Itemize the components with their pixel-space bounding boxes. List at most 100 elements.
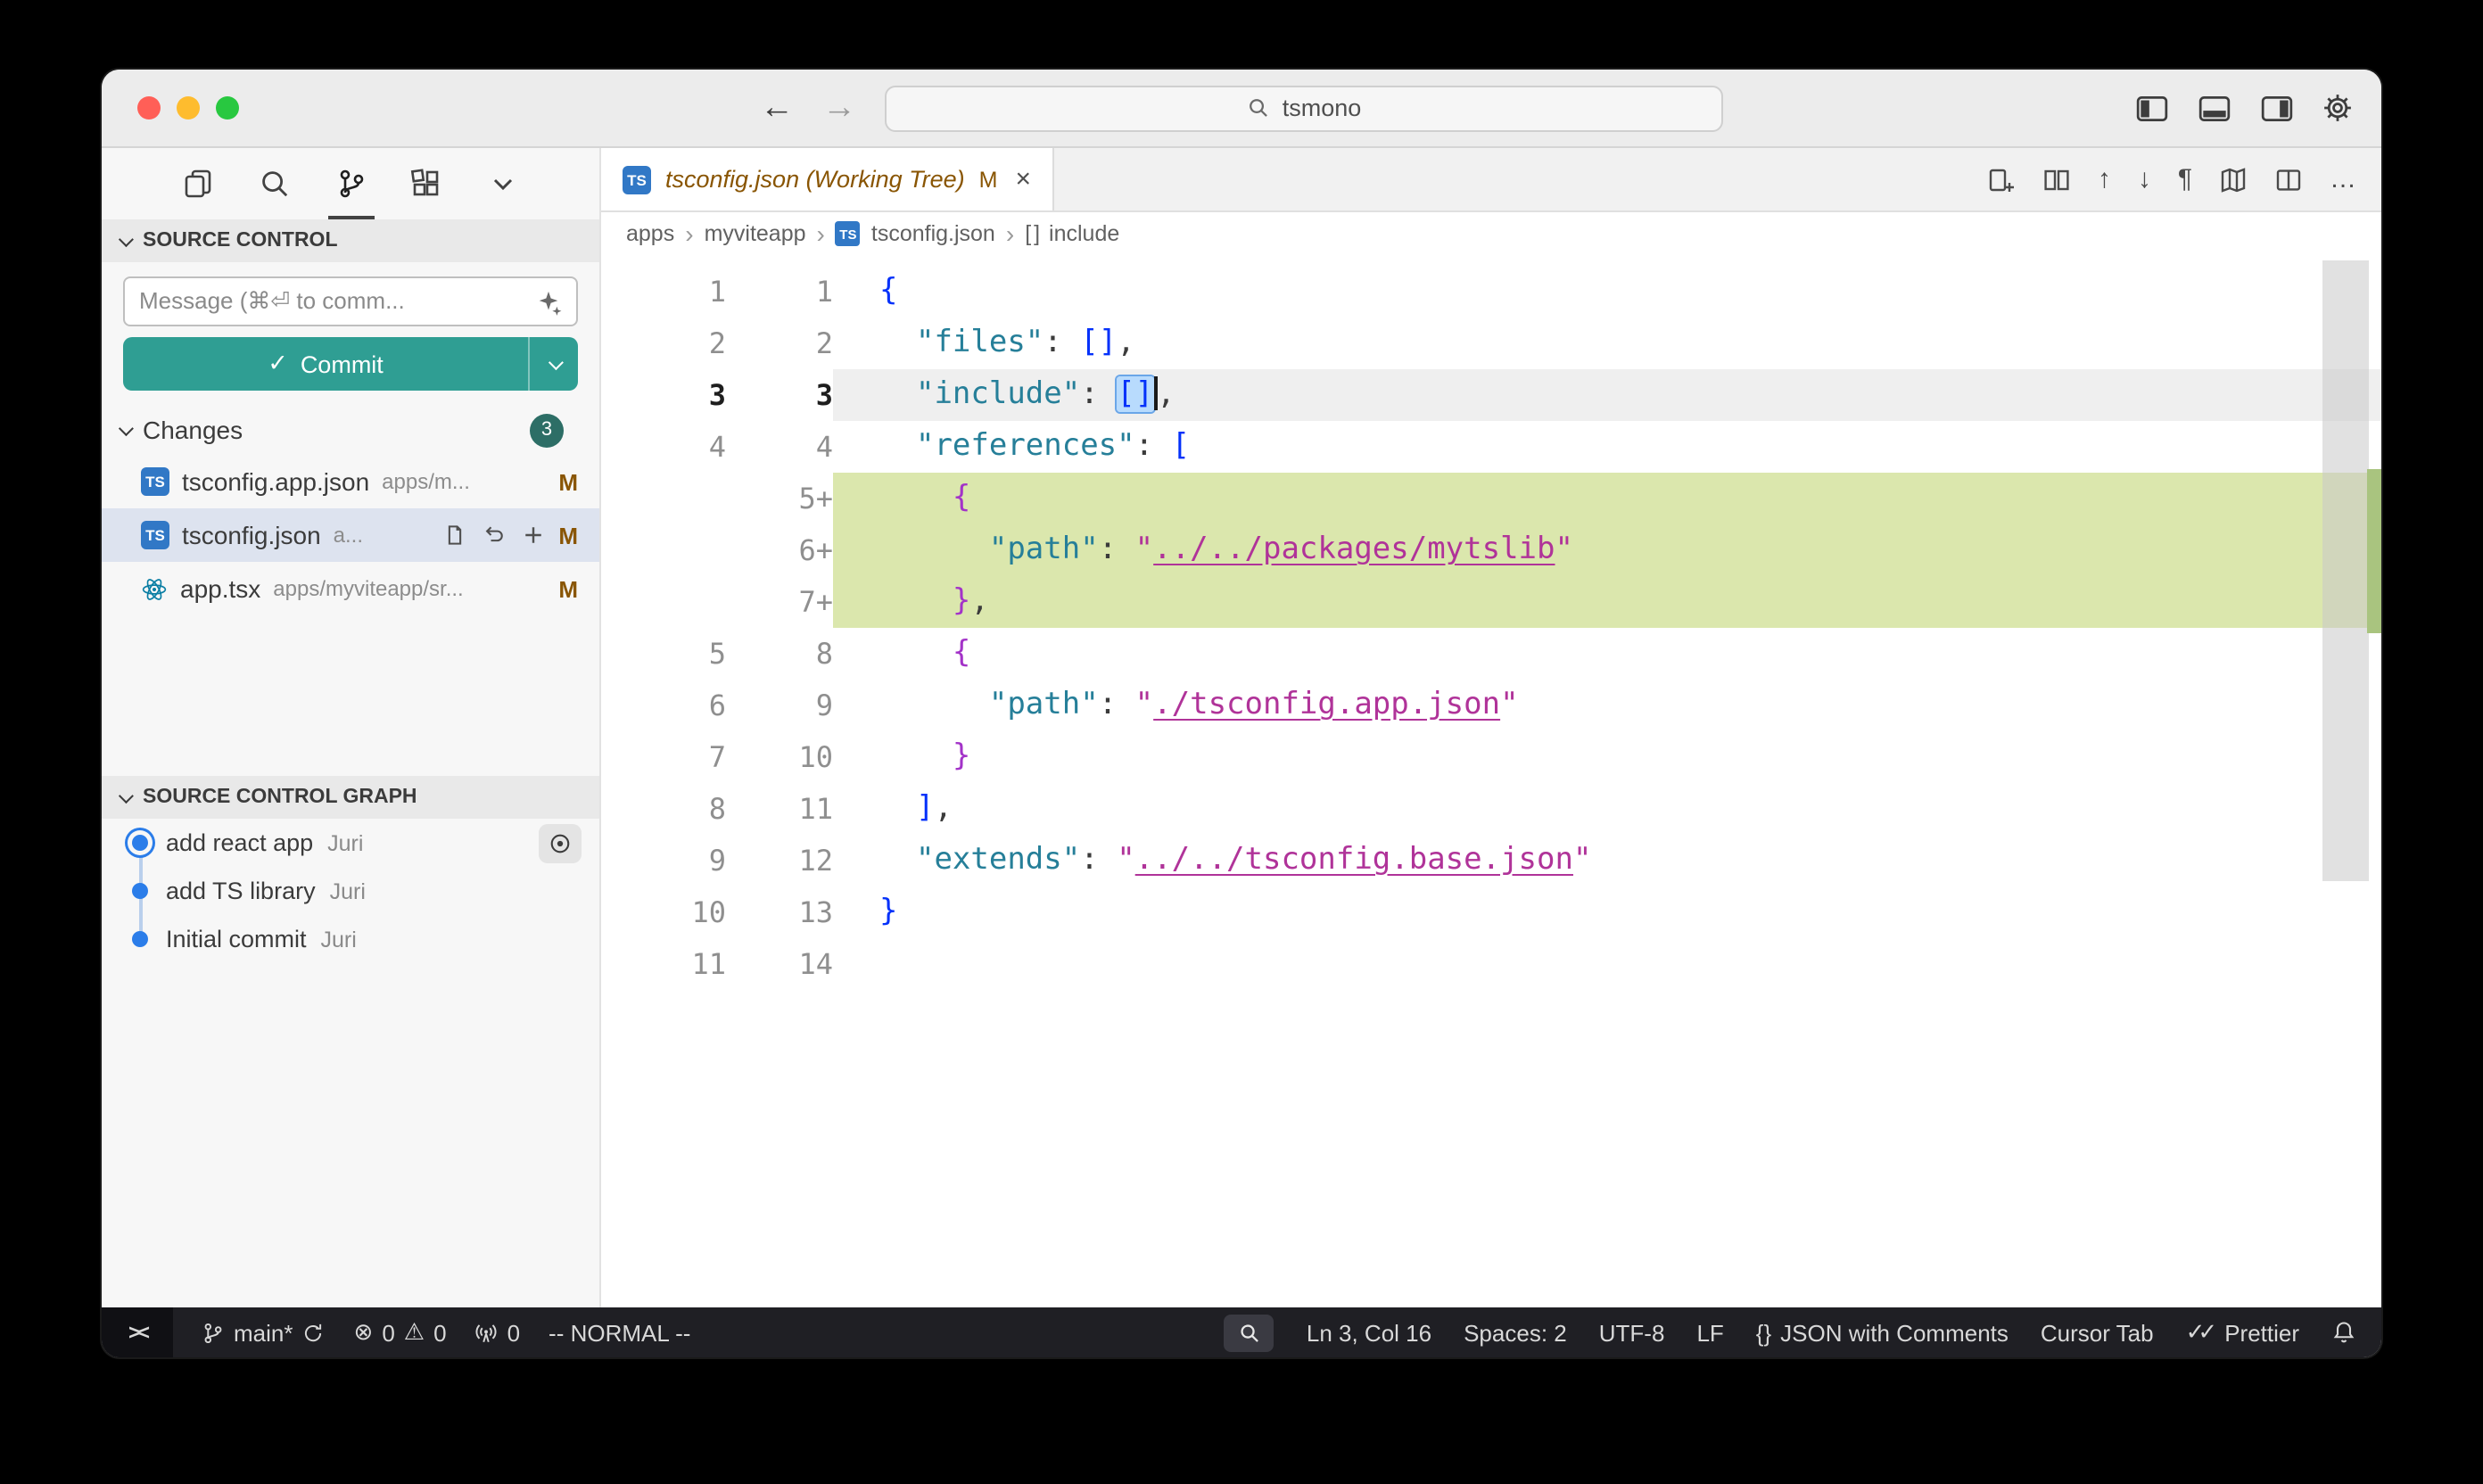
cursor-tab-indicator[interactable]: Cursor Tab [2041,1319,2154,1346]
code-editor[interactable]: 11{22 "files": [],33 "include": [],44 "r… [601,255,2381,1307]
toggle-sidebar-right-icon[interactable] [2260,94,2294,122]
language-mode-indicator[interactable]: {} JSON with Comments [1756,1319,2009,1346]
code-line[interactable]: 710 } [601,731,2381,783]
explorer-icon[interactable] [173,148,223,219]
code-line[interactable]: 811 ], [601,783,2381,835]
previous-change-icon[interactable]: ↑ [2098,164,2111,194]
close-window-button[interactable] [137,96,161,120]
magnifier-icon [1238,1321,1261,1344]
new-line-number: 1 [726,266,833,317]
commit-graph-row[interactable]: add TS libraryJuri [102,867,599,915]
commit-graph-row[interactable]: add react appJuri [102,819,599,867]
double-check-icon: ✓✓ [2186,1318,2211,1347]
overview-ruler-added-mark [2367,469,2381,633]
commit-message-input[interactable]: Message (⌘⏎ to comm... [123,276,578,326]
discard-changes-icon[interactable] [482,523,507,548]
open-file-icon[interactable] [442,523,467,548]
new-line-number: 3 [726,369,833,421]
next-change-icon[interactable]: ↓ [2138,164,2151,194]
source-control-graph-header[interactable]: SOURCE CONTROL GRAPH [102,776,599,819]
command-center-search[interactable]: tsmono [885,85,1723,131]
code-line[interactable]: 22 "files": [], [601,317,2381,369]
file-path-link[interactable]: ../../packages/mytslib [1153,532,1555,567]
code-line[interactable]: 1114 [601,938,2381,990]
code-line[interactable]: 1013} [601,886,2381,938]
problems-indicator[interactable]: ⊗0 ⚠0 [354,1318,447,1347]
code-line[interactable]: 6+ "path": "../../packages/mytslib" [601,524,2381,576]
goto-commit-button[interactable] [539,823,582,862]
minimize-window-button[interactable] [177,96,200,120]
scm-file-row[interactable]: app.tsxapps/myviteapp/sr...M [102,562,599,615]
commit-button-label: Commit [301,350,384,377]
language-mode-label: JSON with Comments [1780,1319,2009,1346]
file-path-link[interactable]: ../../tsconfig.base.json [1135,842,1573,878]
encoding-indicator[interactable]: UTF-8 [1599,1319,1665,1346]
tab-close-icon[interactable]: × [1015,164,1031,194]
code-line[interactable]: 69 "path": "./tsconfig.app.json" [601,680,2381,731]
source-control-view-icon[interactable] [326,148,375,219]
code-line[interactable]: 5+ { [601,473,2381,524]
breadcrumb-item-myviteapp[interactable]: myviteapp [705,221,806,246]
search-view-icon[interactable] [250,148,300,219]
split-editor-icon[interactable] [2274,165,2303,194]
code-line[interactable]: 912 "extends": "../../tsconfig.base.json… [601,835,2381,886]
code-text: "path": "../../packages/mytslib" [833,524,2381,576]
commit-message-placeholder: Message (⌘⏎ to comm... [139,287,524,316]
window-controls [137,70,239,146]
breadcrumb-item-apps[interactable]: apps [626,221,674,246]
minimap-icon[interactable] [2219,165,2248,194]
source-control-header[interactable]: SOURCE CONTROL [102,219,599,262]
commit-graph-row[interactable]: Initial commitJuri [102,915,599,963]
commit-dropdown-button[interactable] [528,337,578,391]
settings-gear-icon[interactable] [2322,93,2353,123]
code-line[interactable]: 7+ }, [601,576,2381,628]
remote-indicator[interactable]: >< [102,1307,173,1357]
chevron-right-icon: › [817,219,825,248]
toggle-sidebar-left-icon[interactable] [2135,94,2169,122]
branch-indicator[interactable]: main* [202,1319,326,1346]
eol-label: LF [1696,1319,1723,1346]
file-name: tsconfig.app.json [182,467,369,496]
sparkle-icon[interactable] [535,288,562,315]
zoom-indicator[interactable] [1225,1314,1274,1351]
file-path-link[interactable]: ./tsconfig.app.json [1153,687,1500,722]
open-changes-icon[interactable] [1987,165,2016,194]
split-diff-icon[interactable] [2042,165,2071,194]
indentation-indicator[interactable]: Spaces: 2 [1464,1319,1567,1346]
formatter-indicator[interactable]: ✓✓ Prettier [2186,1318,2299,1347]
code-lines: 11{22 "files": [],33 "include": [],44 "r… [601,266,2381,990]
commit-dot-icon [132,931,148,947]
ports-indicator[interactable]: 0 [475,1319,520,1346]
changes-label: Changes [143,416,243,444]
tab-tsconfig-working-tree[interactable]: TS tsconfig.json (Working Tree) M × [601,148,1054,210]
branch-name: main* [234,1319,293,1346]
forward-icon[interactable]: → [822,91,856,125]
eol-indicator[interactable]: LF [1696,1319,1723,1346]
stage-changes-icon[interactable] [521,523,546,548]
maximize-window-button[interactable] [216,96,239,120]
extensions-view-icon[interactable] [402,148,452,219]
activity-bar [102,148,599,219]
code-line[interactable]: 58 { [601,628,2381,680]
editor-actions: ↑ ↓ ¶ … [1987,148,2381,210]
toggle-panel-icon[interactable] [2198,94,2231,122]
new-line-number: 11 [726,783,833,835]
pilcrow-whitespace-icon[interactable]: ¶ [2178,164,2192,194]
more-views-chevron-icon[interactable] [478,148,528,219]
vim-mode-label: -- NORMAL -- [549,1319,690,1346]
code-line[interactable]: 44 "references": [ [601,421,2381,473]
cursor-position-indicator[interactable]: Ln 3, Col 16 [1307,1319,1431,1346]
scm-file-row[interactable]: TStsconfig.app.jsonapps/m...M [102,455,599,508]
code-line[interactable]: 11{ [601,266,2381,317]
more-actions-icon[interactable]: … [2330,164,2356,194]
notifications-bell-icon[interactable] [2331,1320,2356,1345]
code-line[interactable]: 33 "include": [], [601,369,2381,421]
vim-mode-indicator[interactable]: -- NORMAL -- [549,1319,690,1346]
scm-file-row[interactable]: TStsconfig.jsona...M [102,508,599,562]
scrollbar-thumb[interactable] [2322,260,2369,881]
back-icon[interactable]: ← [760,91,794,125]
breadcrumb-item-tsconfig[interactable]: tsconfig.json [871,221,995,246]
breadcrumb-item-include[interactable]: include [1049,221,1119,246]
changes-section-header[interactable]: Changes 3 [102,405,599,455]
commit-button[interactable]: ✓ Commit [123,337,578,391]
